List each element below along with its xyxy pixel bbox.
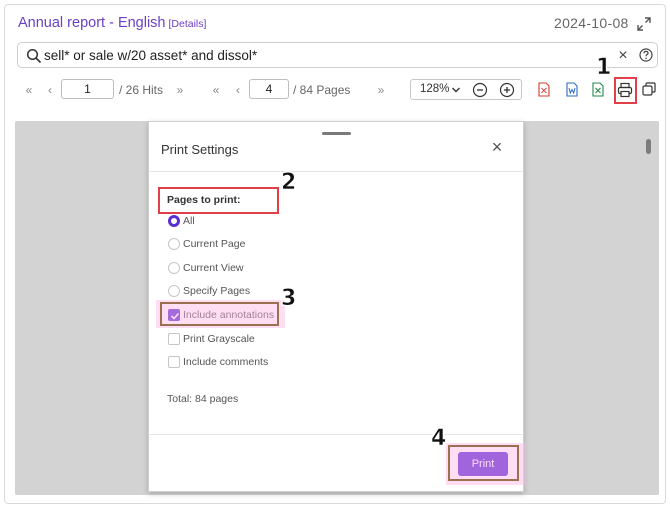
- excel-icon[interactable]: [592, 82, 604, 97]
- dialog-drag-handle[interactable]: [322, 132, 351, 135]
- radio-all-control[interactable]: [168, 215, 180, 227]
- prev-hit-icon[interactable]: ‹: [43, 80, 57, 100]
- first-page-icon[interactable]: «: [209, 80, 223, 100]
- annotation-highlight-print-button: [448, 445, 519, 481]
- word-icon[interactable]: [566, 82, 578, 97]
- zoom-out-icon[interactable]: [472, 82, 488, 98]
- zoom-control: 128%: [410, 79, 522, 100]
- step-marker-2: 2: [281, 170, 297, 196]
- document-title: Annual report - English [Details]: [18, 15, 206, 31]
- radio-specify-pages-label: Specify Pages: [183, 285, 251, 297]
- help-icon[interactable]: [639, 48, 653, 62]
- radio-current-view-control[interactable]: [168, 262, 180, 274]
- step-marker-4: 4: [431, 426, 447, 452]
- annotation-highlight-print: [614, 77, 637, 104]
- step-marker-1: 1: [596, 55, 612, 81]
- close-icon[interactable]: ×: [490, 138, 504, 156]
- annotation-highlight-pages: [158, 187, 279, 214]
- search-input[interactable]: [44, 46, 604, 65]
- page-number-input[interactable]: [249, 79, 289, 99]
- annotation-highlight-annotations: [160, 302, 279, 326]
- checkbox-include-comments-control[interactable]: [168, 356, 180, 368]
- search-icon: [26, 48, 42, 64]
- document-date: 2024-10-08: [554, 15, 629, 31]
- hit-total: / 26 Hits: [119, 83, 164, 97]
- dialog-divider: [149, 171, 523, 172]
- radio-all-label: All: [183, 215, 195, 227]
- zoom-select[interactable]: 128%: [420, 83, 449, 95]
- total-pages: Total: 84 pages: [167, 393, 239, 405]
- document-title-text: Annual report - English: [18, 15, 166, 31]
- pdf-icon[interactable]: [538, 82, 550, 97]
- radio-specify-pages-control[interactable]: [168, 285, 180, 297]
- checkbox-include-comments-label: Include comments: [183, 356, 269, 368]
- dialog-footer-divider: [149, 434, 523, 435]
- radio-current-page-control[interactable]: [168, 238, 180, 250]
- checkbox-print-grayscale-label: Print Grayscale: [183, 333, 255, 345]
- viewer-scrollbar[interactable]: [646, 139, 651, 154]
- hit-number-input[interactable]: [61, 79, 114, 99]
- radio-current-page-label: Current Page: [183, 238, 246, 250]
- radio-current-view-label: Current View: [183, 262, 244, 274]
- expand-icon[interactable]: [637, 17, 651, 31]
- page-total: / 84 Pages: [293, 83, 351, 97]
- first-hit-icon[interactable]: «: [22, 80, 36, 100]
- chevron-down-icon[interactable]: [451, 84, 461, 96]
- step-marker-3: 3: [281, 286, 297, 312]
- pages-layout-icon[interactable]: [642, 82, 656, 96]
- dialog-title: Print Settings: [161, 142, 239, 157]
- search-bar: ×: [17, 42, 658, 68]
- clear-search-icon[interactable]: ×: [616, 47, 630, 64]
- zoom-in-icon[interactable]: [499, 82, 515, 98]
- next-page-icon[interactable]: »: [374, 80, 388, 100]
- prev-page-icon[interactable]: ‹: [231, 80, 245, 100]
- details-link[interactable]: [Details]: [169, 18, 207, 30]
- next-hit-icon[interactable]: »: [173, 80, 187, 100]
- checkbox-print-grayscale-control[interactable]: [168, 333, 180, 345]
